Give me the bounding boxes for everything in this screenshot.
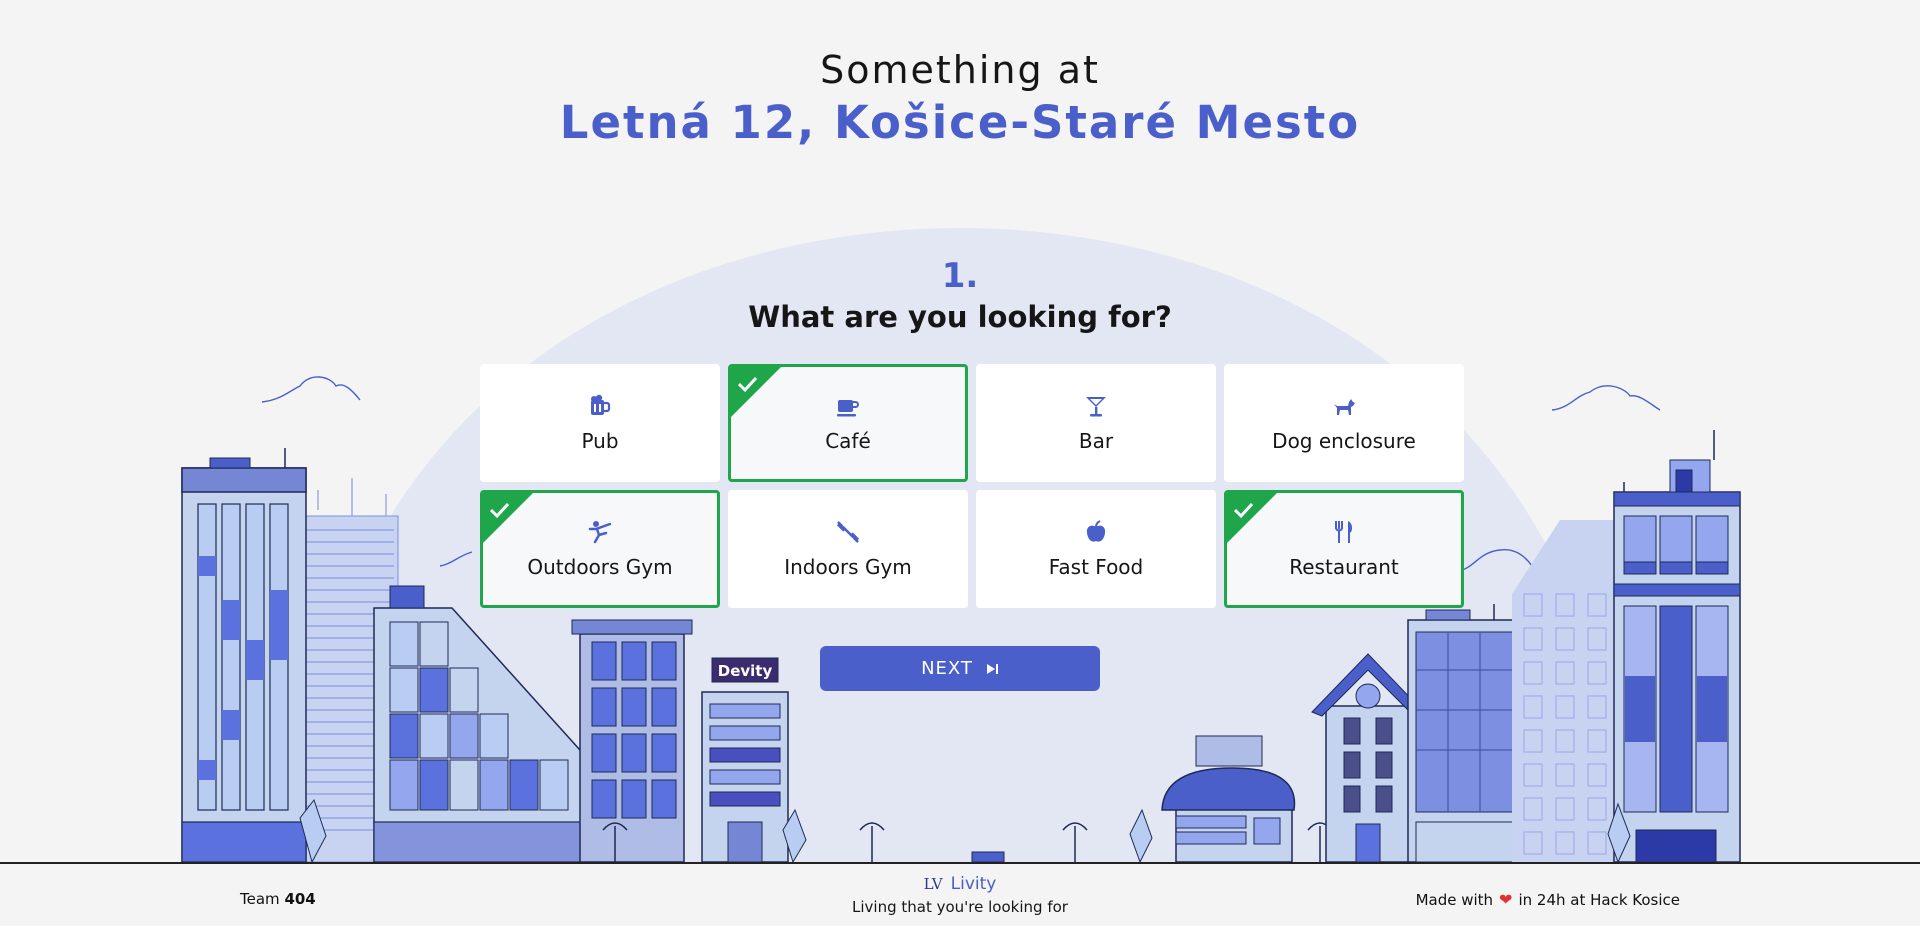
brand-mark: LV xyxy=(923,875,943,893)
made-suffix: in 24h at Hack Kosice xyxy=(1518,890,1680,909)
made-with-credit: Made with ❤ in 24h at Hack Kosice xyxy=(1416,890,1680,909)
option-cafe[interactable]: Café xyxy=(728,364,968,482)
apple-icon xyxy=(1083,519,1109,545)
option-outdoors-gym[interactable]: Outdoors Gym xyxy=(480,490,720,608)
option-label: Restaurant xyxy=(1289,555,1399,579)
option-label: Café xyxy=(825,429,871,453)
option-restaurant[interactable]: Restaurant xyxy=(1224,490,1464,608)
fork-knife-icon xyxy=(1331,519,1357,545)
option-indoors-gym[interactable]: Indoors Gym xyxy=(728,490,968,608)
step-number: 1. xyxy=(941,256,979,296)
dumbbell-icon xyxy=(835,519,861,545)
brand-name: Livity xyxy=(950,874,997,894)
next-button[interactable]: NEXT xyxy=(820,646,1100,691)
address-title: Letná 12, Košice-Staré Mesto xyxy=(559,96,1361,149)
checkmark-icon xyxy=(1227,493,1277,543)
checkmark-icon xyxy=(731,367,781,417)
step-heading: 1. What are you looking for? xyxy=(0,256,1920,334)
page-header: Something at Letná 12, Košice-Staré Mest… xyxy=(0,48,1920,149)
beer-mug-icon xyxy=(587,393,613,419)
option-label: Fast Food xyxy=(1048,555,1144,579)
cocktail-glass-icon xyxy=(1083,393,1109,419)
option-label: Bar xyxy=(1078,429,1114,453)
option-fast-food[interactable]: Fast Food xyxy=(976,490,1216,608)
dog-icon xyxy=(1331,393,1357,419)
option-label: Pub xyxy=(581,429,619,453)
footer: Team 404 LV Livity Living that you're loo… xyxy=(0,862,1920,926)
option-bar[interactable]: Bar xyxy=(976,364,1216,482)
coffee-cup-icon xyxy=(835,393,861,419)
skip-next-icon xyxy=(986,663,998,674)
devity-sign-text: Devity xyxy=(718,662,773,680)
step-question: What are you looking for? xyxy=(748,300,1172,334)
exercise-person-icon xyxy=(587,519,613,545)
checkmark-icon xyxy=(483,493,533,543)
option-pub[interactable]: Pub xyxy=(480,364,720,482)
next-button-label: NEXT xyxy=(921,658,973,679)
option-dog-enclosure[interactable]: Dog enclosure xyxy=(1224,364,1464,482)
option-label: Indoors Gym xyxy=(784,555,912,579)
made-prefix: Made with xyxy=(1415,890,1494,909)
header-pretitle: Something at xyxy=(820,48,1100,92)
heart-icon: ❤ xyxy=(1499,890,1513,909)
options-grid: Pub Café Bar Dog enclosure Outdoors Gym xyxy=(480,364,1464,608)
option-label: Dog enclosure xyxy=(1272,429,1416,453)
option-label: Outdoors Gym xyxy=(527,555,673,579)
